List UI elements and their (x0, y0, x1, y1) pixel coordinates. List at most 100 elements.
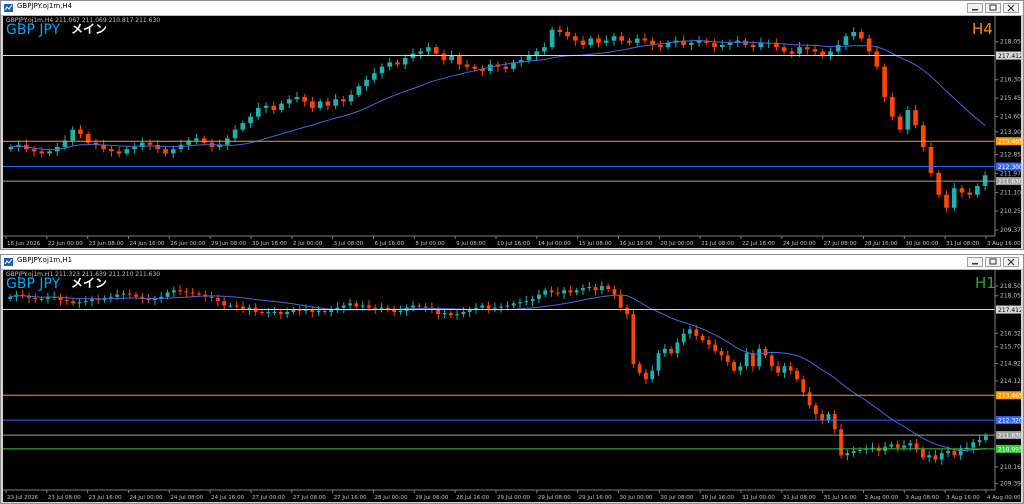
candle (455, 310, 459, 320)
candle (430, 302, 434, 314)
window-titlebar[interactable]: GBPJPY.oj1m,H1 (1, 255, 1023, 270)
candle (876, 444, 881, 457)
chart-canvas: 217.412213.465212.320211.630210.993 GBPJ… (3, 270, 1021, 501)
time-tick-label: 30 Jul 16:00 (701, 495, 734, 501)
candle (889, 441, 894, 450)
candle (843, 33, 849, 51)
candle (474, 303, 478, 314)
candle (801, 375, 806, 397)
candle (127, 288, 132, 299)
candle (70, 126, 76, 146)
candle (913, 104, 918, 129)
candle (573, 33, 578, 46)
candle (534, 48, 539, 62)
timeframe-label: H1 (975, 274, 996, 292)
candle (669, 346, 673, 356)
time-tick-label: 23 Jun 08:00 (89, 241, 124, 247)
candle (348, 298, 352, 310)
candle (441, 49, 447, 65)
candle (719, 39, 725, 51)
candle (255, 102, 261, 120)
maximize-button[interactable] (985, 3, 1001, 13)
candle (864, 444, 869, 455)
window-titlebar[interactable]: GBPJPY.oj1m,H4 (1, 1, 1023, 16)
candle (271, 101, 277, 114)
candle (557, 25, 563, 37)
price-tick-label: 209.390 (1000, 481, 1021, 488)
candle (333, 94, 338, 110)
candle (260, 309, 264, 316)
candle (696, 36, 702, 47)
time-tick-label: 2 Jul 00:00 (293, 241, 323, 247)
candle (85, 131, 91, 146)
candle (77, 298, 82, 308)
candle (83, 295, 88, 306)
candle (725, 350, 730, 366)
price-chart-h1[interactable]: 217.412 213.465 212.320 211.630 210.993 GBPJ… (3, 270, 1021, 502)
candle (379, 303, 384, 313)
price-tick-label: 211.975 (1000, 171, 1021, 178)
candle (977, 435, 982, 447)
candle (603, 35, 609, 47)
price-chart-h4[interactable]: 217.412 213.465 212.300 211.630 GBPJPY.oj1m… (3, 16, 1021, 248)
time-tick-label: 14 Jul 00:00 (538, 241, 571, 247)
candle (713, 339, 718, 355)
candle (398, 305, 403, 316)
time-tick-label: 27 Jul 00:00 (252, 495, 285, 501)
price-tick-label: 210.165 (1000, 464, 1021, 471)
candle (286, 95, 292, 109)
price-tick-label: 215.700 (1000, 344, 1021, 351)
candle (222, 296, 227, 310)
time-tick-label: 22 Jun 00:00 (48, 241, 83, 247)
time-tick-label: 23 Jul 2026 (7, 495, 39, 501)
candle (568, 285, 573, 297)
candle (464, 59, 470, 71)
candle (706, 336, 711, 350)
price-tag-label: 210.993 (998, 446, 1021, 453)
candle (39, 146, 45, 158)
candle (524, 295, 529, 306)
maximize-button[interactable] (985, 257, 1001, 267)
candle (272, 306, 277, 316)
candle (395, 59, 400, 68)
candle (580, 36, 586, 49)
candle (712, 38, 717, 52)
time-tick-label: 3 Aug 08:00 (905, 495, 939, 501)
candle (124, 146, 130, 157)
candle (727, 39, 733, 51)
horizontal-lines: 217.412213.465212.300211.630 (3, 51, 1021, 186)
candle (719, 347, 724, 361)
candle (186, 137, 192, 151)
candle (116, 146, 122, 158)
candle (348, 90, 354, 106)
candle (681, 328, 686, 346)
candle (371, 67, 377, 83)
price-tick-label: 211.100 (1000, 190, 1021, 197)
candle (530, 295, 535, 307)
time-tick-label: 30 Jul 00:00 (620, 495, 653, 501)
close-button[interactable] (1003, 3, 1019, 13)
candle (341, 95, 346, 107)
candle (285, 307, 290, 319)
close-button[interactable] (1003, 257, 1019, 267)
minimize-button[interactable] (967, 3, 983, 13)
candle (153, 295, 157, 306)
price-tick-label: 218.500 (1000, 283, 1021, 290)
candles (8, 281, 988, 465)
time-tick-label: 29 Jul 00:00 (497, 495, 530, 501)
candle (228, 302, 233, 309)
time-tick-label: 27 Jul 16:00 (334, 495, 367, 501)
candle (587, 281, 592, 292)
candle (797, 41, 802, 57)
candle (599, 281, 604, 295)
candle (665, 40, 671, 50)
candle (190, 287, 195, 298)
candle (642, 33, 648, 44)
time-tick-label: 21 Jul 08:00 (701, 241, 734, 247)
candle (171, 286, 176, 298)
candle (402, 54, 408, 70)
candle (826, 411, 831, 424)
time-tick-label: 30 Jun 16:00 (252, 241, 287, 247)
symbol-label: GBP JPY (6, 276, 61, 292)
minimize-button[interactable] (967, 257, 983, 267)
